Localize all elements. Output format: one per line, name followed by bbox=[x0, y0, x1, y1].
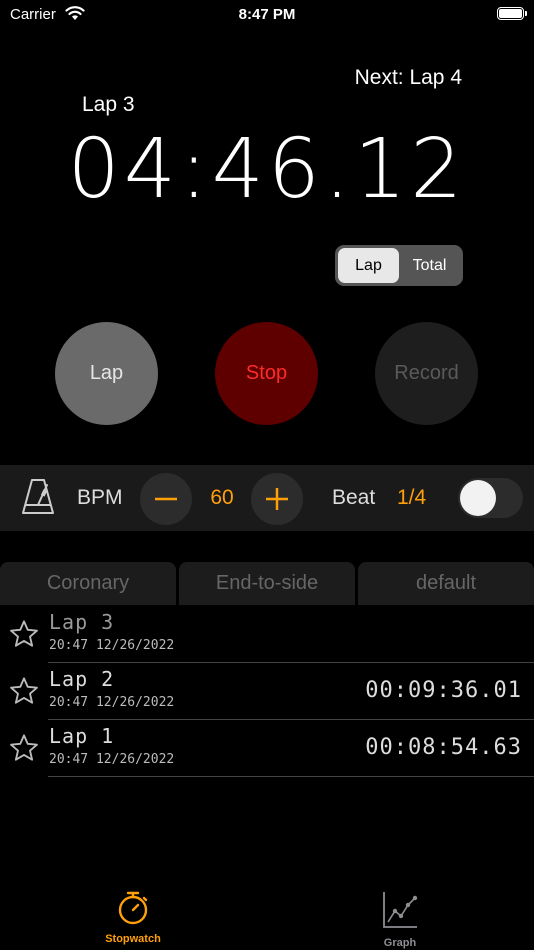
tab-stopwatch[interactable]: Stopwatch bbox=[78, 890, 188, 945]
next-lap-label: Next: Lap 4 bbox=[354, 66, 462, 89]
lap-date: 20:47 12/26/2022 bbox=[49, 638, 175, 653]
lap-row[interactable]: Lap 2 20:47 12/26/2022 00:09:36.01 bbox=[0, 663, 534, 720]
star-icon[interactable] bbox=[8, 618, 40, 650]
tab-bar: Stopwatch Graph bbox=[0, 880, 534, 950]
divider bbox=[48, 776, 534, 777]
star-icon[interactable] bbox=[8, 732, 40, 764]
stopwatch-icon bbox=[118, 891, 148, 925]
tab-graph-label: Graph bbox=[383, 937, 417, 949]
beat-label: Beat bbox=[332, 486, 376, 509]
tab-coronary[interactable]: Coronary bbox=[0, 562, 176, 605]
lap-time: 00:08:54.63 bbox=[365, 735, 522, 760]
tab-default[interactable]: default bbox=[358, 562, 534, 605]
battery-icon bbox=[497, 7, 527, 20]
category-tabs: Coronary End-to-side default bbox=[0, 562, 534, 605]
lap-date: 20:47 12/26/2022 bbox=[49, 695, 175, 710]
lap-name: Lap 3 bbox=[49, 610, 115, 634]
bpm-label: BPM bbox=[77, 486, 123, 509]
segment-total[interactable]: Total bbox=[399, 248, 460, 283]
bpm-decrease-button[interactable] bbox=[140, 473, 192, 525]
lap-total-segment[interactable]: Lap Total bbox=[335, 245, 463, 286]
plus-icon bbox=[266, 488, 288, 510]
tab-graph[interactable]: Graph bbox=[345, 890, 455, 949]
minus-icon bbox=[155, 497, 177, 501]
lap-button[interactable]: Lap bbox=[55, 322, 158, 425]
lap-row[interactable]: Lap 3 20:47 12/26/2022 bbox=[0, 606, 534, 663]
beat-value[interactable]: 1/4 bbox=[397, 486, 426, 510]
stop-button[interactable]: Stop bbox=[215, 322, 318, 425]
tab-end-to-side[interactable]: End-to-side bbox=[179, 562, 355, 605]
lap-time: 00:09:36.01 bbox=[365, 678, 522, 703]
graph-icon bbox=[383, 892, 418, 928]
record-button[interactable]: Record bbox=[375, 322, 478, 425]
lap-name: Lap 2 bbox=[49, 667, 115, 691]
timer-display: 04:46.12 bbox=[67, 122, 467, 217]
metronome-toggle[interactable] bbox=[458, 478, 523, 518]
metronome-icon[interactable] bbox=[20, 477, 56, 517]
lap-name: Lap 1 bbox=[49, 724, 115, 748]
bpm-value: 60 bbox=[210, 486, 234, 509]
tab-stopwatch-label: Stopwatch bbox=[105, 933, 161, 945]
status-bar: Carrier 8:47 PM bbox=[0, 0, 534, 30]
status-time: 8:47 PM bbox=[238, 6, 296, 23]
lap-date: 20:47 12/26/2022 bbox=[49, 752, 175, 767]
current-lap-label: Lap 3 bbox=[82, 93, 135, 116]
lap-row[interactable]: Lap 1 20:47 12/26/2022 00:08:54.63 bbox=[0, 720, 534, 777]
segment-lap[interactable]: Lap bbox=[338, 248, 399, 283]
toggle-knob bbox=[460, 480, 496, 516]
metronome-bar: BPM 60 Beat 1/4 bbox=[0, 465, 534, 531]
star-icon[interactable] bbox=[8, 675, 40, 707]
bpm-increase-button[interactable] bbox=[251, 473, 303, 525]
